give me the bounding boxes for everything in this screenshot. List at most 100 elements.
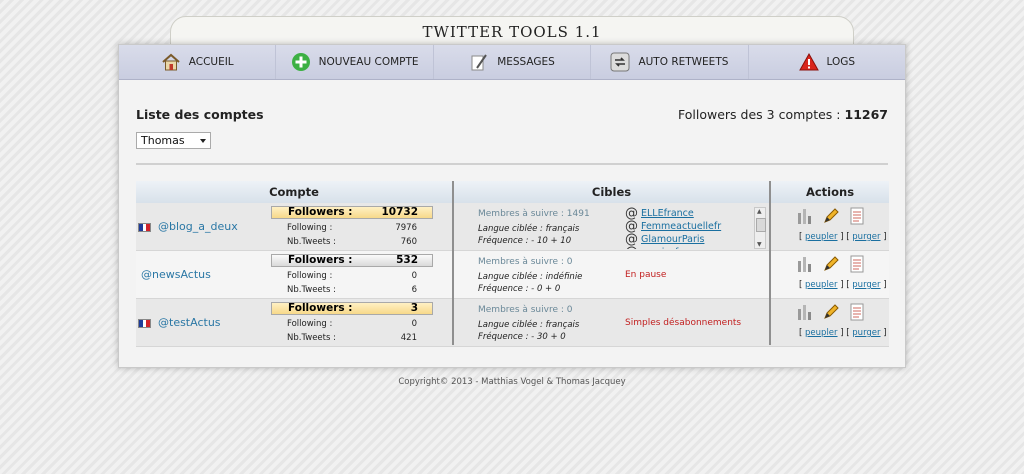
scroll-thumb[interactable] (756, 218, 766, 232)
followers-total: Followers des 3 comptes :11267 (678, 107, 888, 122)
scroll-down-icon[interactable]: ▼ (757, 241, 762, 248)
table-row: @newsActus Followers : 532 Following : 0… (136, 251, 889, 299)
column-divider (452, 181, 454, 345)
following-stat: Following : 7976 (287, 223, 417, 233)
accounts-table: Compte Cibles Actions @blog_a_deux Follo… (136, 181, 889, 347)
followers-box: Followers : 532 (271, 254, 433, 267)
target-account[interactable]: @ Femmeactuellefr (625, 220, 765, 233)
stats-icon[interactable] (796, 255, 814, 273)
purger-link[interactable]: purger (852, 232, 880, 242)
action-icons (796, 207, 866, 225)
table-header: Compte Cibles Actions (136, 181, 889, 204)
at-icon: @ (625, 246, 638, 249)
target-account[interactable]: @ ELLEfrance (625, 207, 765, 220)
tweets-stat: Nb.Tweets : 760 (287, 237, 417, 247)
table-row: @testActus Followers : 3 Following : 0 N… (136, 299, 889, 347)
tweets-label: Nb.Tweets : (287, 237, 336, 247)
following-stat: Following : 0 (287, 319, 417, 329)
peupler-link[interactable]: peupler (805, 280, 838, 290)
warning-icon (798, 52, 819, 71)
edit-icon[interactable] (822, 207, 840, 225)
document-icon[interactable] (848, 255, 866, 273)
action-icons (796, 303, 866, 321)
chevron-down-icon (200, 139, 206, 143)
tweets-count: 421 (400, 333, 417, 343)
retweet-icon (610, 52, 630, 72)
followers-count: 10732 (381, 206, 418, 218)
following-label: Following : (287, 271, 333, 281)
add-icon (291, 53, 310, 71)
table-row: @blog_a_deux Followers : 10732 Following… (136, 203, 889, 251)
target-account-link[interactable]: GlamourParis (641, 234, 704, 245)
purger-link[interactable]: purger (852, 328, 880, 338)
targets-scrollbar[interactable]: ▲ ▼ (754, 207, 766, 249)
target-account-link[interactable]: ELLEfrance (641, 208, 694, 219)
following-count: 7976 (395, 223, 417, 233)
nav-auto-retweets[interactable]: AUTO RETWEETS (591, 45, 749, 79)
footer-copyright: Copyright© 2013 - Matthias Vogel & Thoma… (398, 377, 626, 387)
column-header-cibles: Cibles (591, 185, 632, 199)
edit-icon[interactable] (822, 255, 840, 273)
action-icons (796, 255, 866, 273)
divider (136, 163, 888, 165)
frequency: Fréquence : - 0 + 0 (478, 284, 561, 294)
nav-accueil[interactable]: ACCUEIL (119, 45, 277, 79)
target-account-link[interactable]: grazia_fr (641, 247, 682, 249)
action-links: [ peupler ] [ purger ] (799, 328, 887, 338)
following-stat: Following : 0 (287, 271, 417, 281)
tweets-stat: Nb.Tweets : 6 (287, 285, 417, 295)
followers-label: Followers : (288, 206, 353, 218)
row-actions: [ peupler ] [ purger ] (786, 203, 889, 250)
document-icon[interactable] (848, 207, 866, 225)
account-select[interactable]: Thomas (136, 132, 211, 149)
purger-link[interactable]: purger (852, 280, 880, 290)
frequency: Fréquence : - 30 + 0 (478, 332, 566, 342)
followers-total-value: 11267 (844, 107, 889, 122)
column-divider (769, 181, 771, 345)
nav-nouveau-compte[interactable]: NOUVEAU COMPTE (276, 45, 434, 79)
followers-count: 532 (396, 254, 418, 266)
peupler-link[interactable]: peupler (805, 328, 838, 338)
document-icon[interactable] (848, 303, 866, 321)
target-language: Langue ciblée : français (478, 224, 580, 234)
target-account-link[interactable]: Femmeactuellefr (641, 221, 721, 232)
edit-icon[interactable] (822, 303, 840, 321)
account-handle-link[interactable]: @testActus (158, 316, 221, 329)
following-label: Following : (287, 319, 333, 329)
target-account[interactable]: @ GlamourParis (625, 233, 765, 246)
members-to-follow: Membres à suivre : 0 (478, 257, 573, 267)
accounts-list-title: Liste des comptes (136, 107, 264, 122)
account-select-value: Thomas (141, 134, 185, 147)
scroll-up-icon[interactable]: ▲ (757, 208, 762, 215)
nav-logs[interactable]: LOGS (749, 45, 905, 79)
action-links: [ peupler ] [ purger ] (799, 232, 887, 242)
target-account[interactable]: @grazia_fr (625, 246, 765, 249)
peupler-link[interactable]: peupler (805, 232, 838, 242)
stats-icon[interactable] (796, 207, 814, 225)
main-nav: ACCUEIL NOUVEAU COMPTE MESSAGES AUTO RET… (119, 45, 905, 80)
nav-label: LOGS (826, 56, 856, 68)
column-header-compte: Compte (269, 185, 319, 199)
home-icon (162, 53, 180, 71)
followers-total-label: Followers des 3 comptes : (678, 107, 841, 122)
followers-count: 3 (410, 302, 418, 314)
nav-messages[interactable]: MESSAGES (434, 45, 592, 79)
following-label: Following : (287, 223, 333, 233)
account-handle-link[interactable]: @newsActus (141, 268, 211, 281)
nav-label: AUTO RETWEETS (638, 56, 729, 68)
row-actions: [ peupler ] [ purger ] (786, 299, 889, 346)
stats-icon[interactable] (796, 303, 814, 321)
action-links: [ peupler ] [ purger ] (799, 280, 887, 290)
status-text: En pause (625, 270, 667, 280)
account-handle-link[interactable]: @blog_a_deux (158, 220, 238, 233)
members-to-follow: Membres à suivre : 1491 (478, 209, 590, 219)
followers-box: Followers : 10732 (271, 206, 433, 219)
app-title: TWITTER TOOLS 1.1 (422, 23, 602, 41)
french-flag-icon (138, 223, 151, 232)
french-flag-icon (138, 319, 151, 328)
nav-label: ACCUEIL (188, 56, 234, 68)
nav-label: NOUVEAU COMPTE (318, 56, 419, 68)
tweets-label: Nb.Tweets : (287, 285, 336, 295)
tweets-label: Nb.Tweets : (287, 333, 336, 343)
target-accounts-list[interactable]: @ ELLEfrance @ Femmeactuellefr @ GlamourPar… (625, 207, 765, 249)
